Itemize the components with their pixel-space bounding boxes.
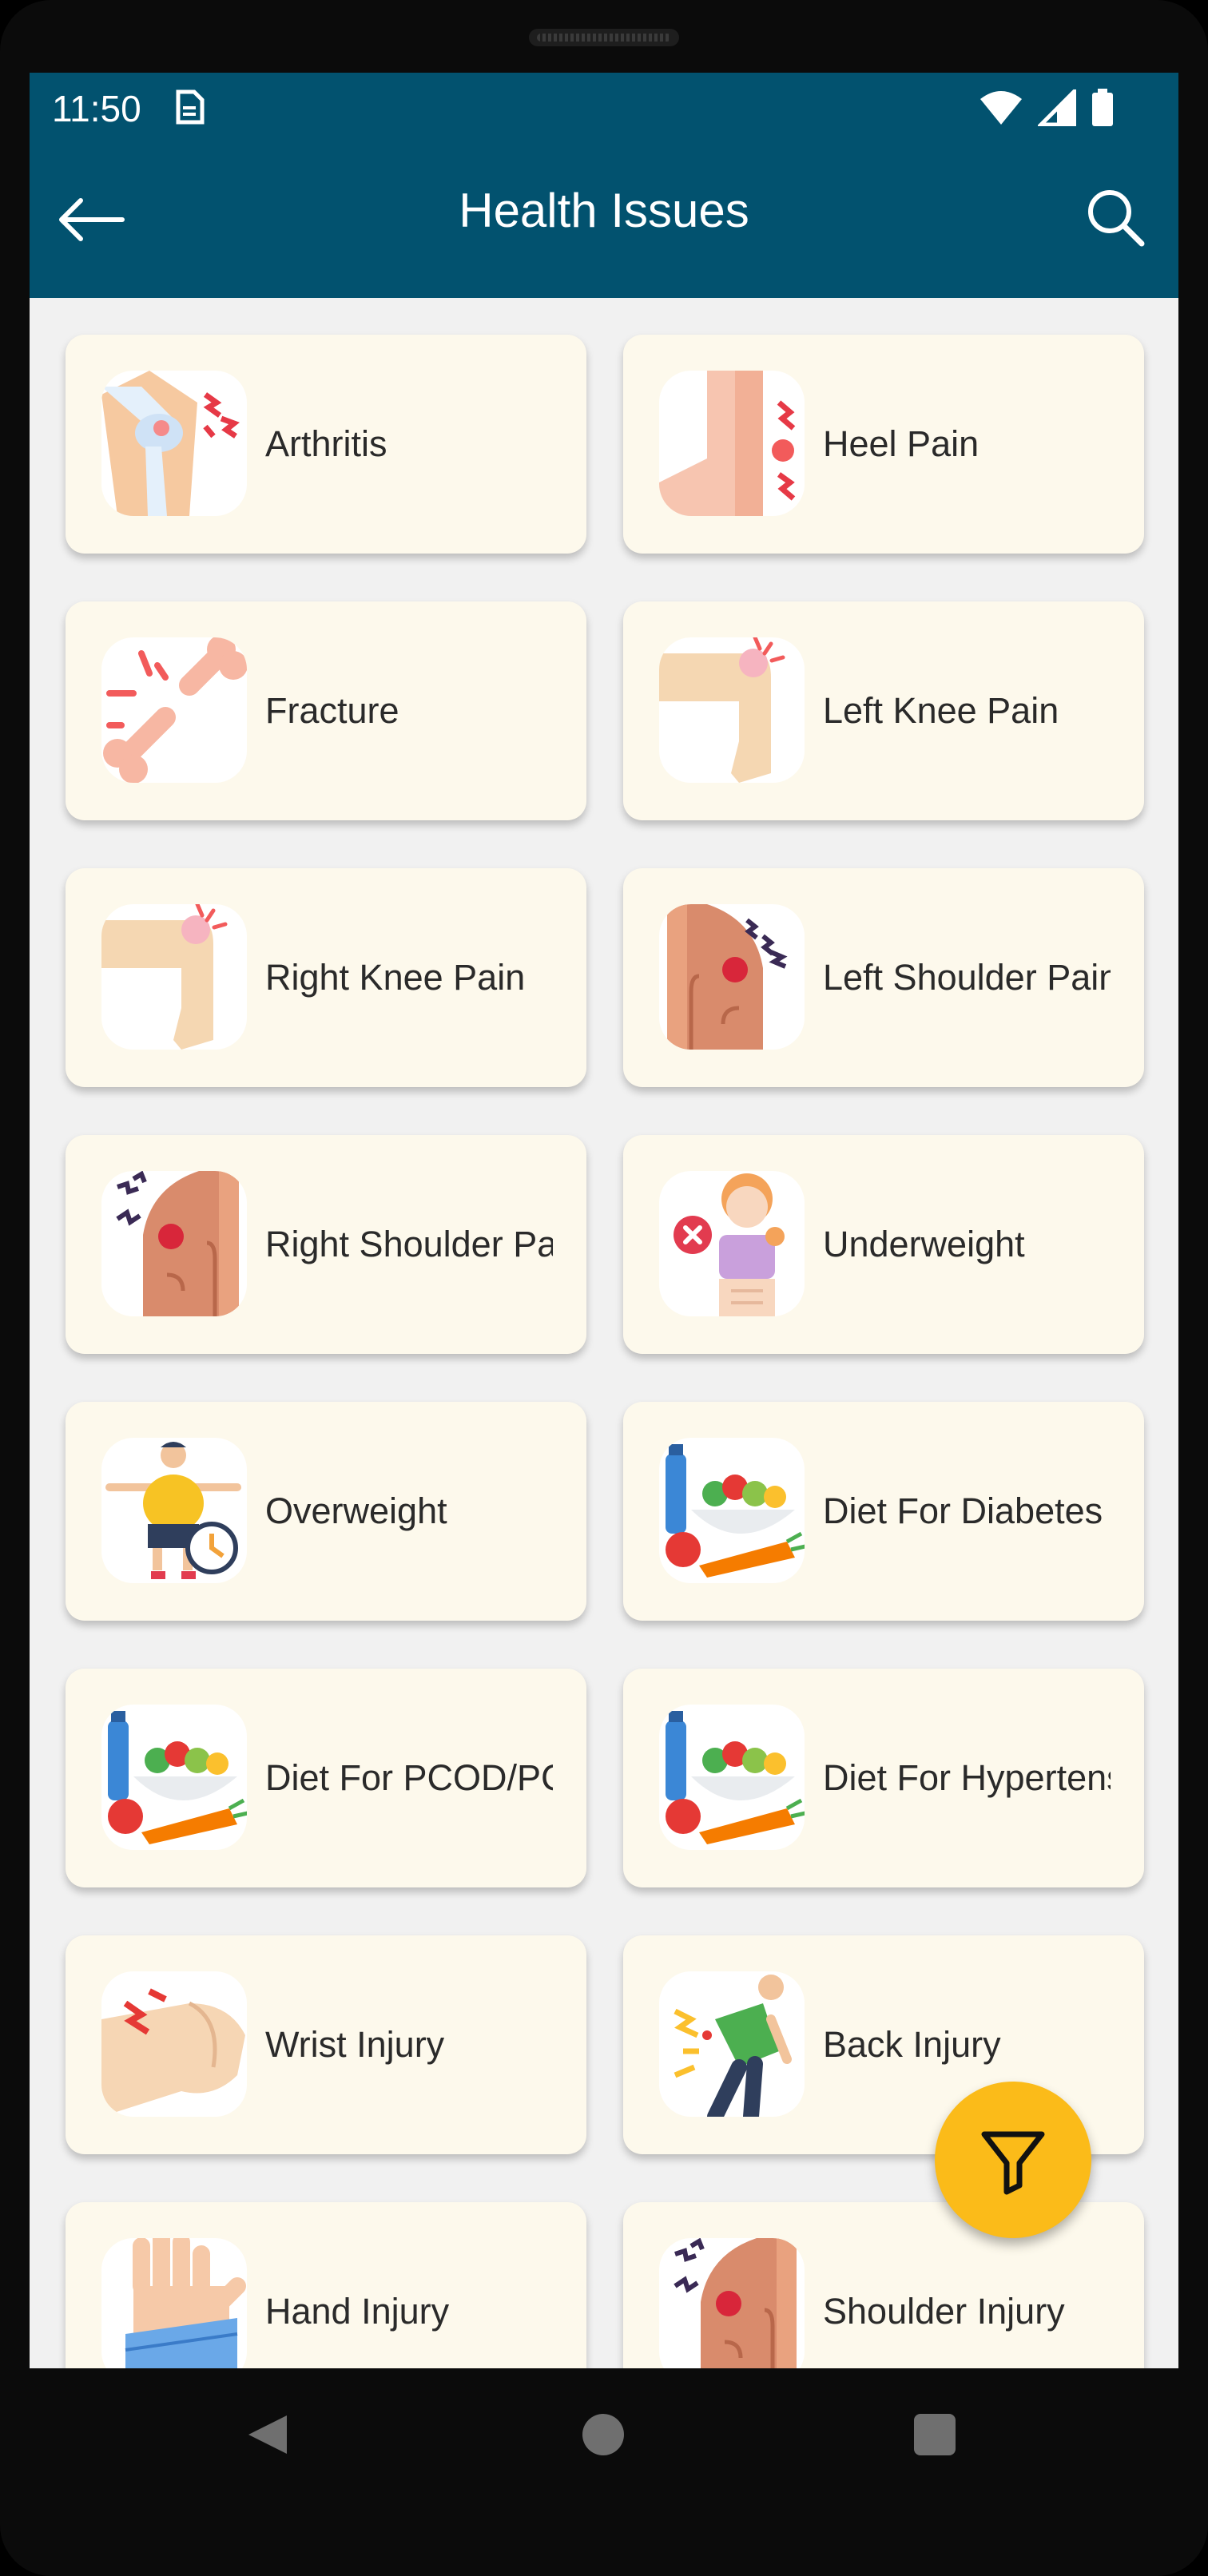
thumbnail bbox=[659, 371, 805, 516]
underweight-person-icon bbox=[674, 1173, 785, 1316]
heel-pain-icon bbox=[659, 371, 796, 516]
issue-label: Overweight bbox=[265, 1490, 447, 1531]
knee-joint-icon bbox=[101, 371, 240, 516]
issue-card[interactable]: Right Knee Pain bbox=[66, 868, 586, 1087]
issue-card[interactable]: Overweight bbox=[66, 1402, 586, 1621]
thumbnail bbox=[101, 904, 247, 1050]
issue-card[interactable]: Diet For Hypertension bbox=[623, 1669, 1144, 1887]
healthy-food-icon bbox=[666, 1711, 805, 1844]
thumbnail bbox=[101, 1171, 247, 1316]
thumbnail bbox=[659, 1971, 805, 2117]
issue-card[interactable]: Diet For Diabetes bbox=[623, 1402, 1144, 1621]
nav-recents-icon[interactable] bbox=[914, 2414, 956, 2455]
back-injury-icon bbox=[674, 1975, 792, 2117]
shoulder-injury-icon bbox=[674, 2238, 797, 2368]
issue-label: Left Knee Pain bbox=[823, 690, 1059, 731]
healthy-food-icon bbox=[666, 1444, 805, 1578]
sim-card-icon bbox=[176, 89, 205, 125]
thumbnail bbox=[659, 2238, 805, 2368]
thumbnail bbox=[101, 1705, 247, 1850]
signal-icon bbox=[1038, 89, 1076, 126]
issue-card[interactable]: Left Shoulder Pain bbox=[623, 868, 1144, 1087]
thumbnail bbox=[659, 1438, 805, 1583]
filter-button[interactable] bbox=[935, 2082, 1091, 2238]
issue-card[interactable]: Right Shoulder Pain bbox=[66, 1135, 586, 1354]
wrist-injury-icon bbox=[101, 1988, 245, 2117]
thumbnail bbox=[659, 637, 805, 783]
issue-card[interactable]: Underweight bbox=[623, 1135, 1144, 1354]
thumbnail bbox=[659, 1705, 805, 1850]
thumbnail bbox=[659, 904, 805, 1050]
system-nav-bar bbox=[0, 2368, 1208, 2504]
page-title: Health Issues bbox=[459, 184, 749, 237]
issue-label: Wrist Injury bbox=[265, 2024, 445, 2065]
issue-card[interactable]: Shoulder Injury bbox=[623, 2202, 1144, 2368]
issue-label: Shoulder Injury bbox=[823, 2291, 1065, 2332]
issue-label: Diet For PCOD/PCOS bbox=[265, 1757, 553, 1798]
speaker-grille bbox=[529, 29, 679, 46]
broken-bone-icon bbox=[103, 637, 247, 783]
issue-label: Arthritis bbox=[265, 423, 387, 464]
wifi-icon bbox=[980, 91, 1022, 125]
right-knee-icon bbox=[101, 904, 228, 1050]
issue-label: Hand Injury bbox=[265, 2291, 450, 2332]
issue-card[interactable]: Diet For PCOD/PCOS bbox=[66, 1669, 586, 1887]
issue-label: Left Shoulder Pain bbox=[823, 957, 1111, 998]
issue-label: Fracture bbox=[265, 690, 399, 731]
right-shoulder-icon bbox=[116, 1171, 239, 1316]
screen: 11:50 Health Issues Arthritis Heel Pain … bbox=[30, 73, 1178, 2368]
issue-card[interactable]: Wrist Injury bbox=[66, 1935, 586, 2154]
left-shoulder-icon bbox=[667, 904, 788, 1050]
thumbnail bbox=[101, 1971, 247, 2117]
thumbnail bbox=[101, 2238, 247, 2368]
issue-label: Right Knee Pain bbox=[265, 957, 526, 998]
hand-injury-icon bbox=[125, 2238, 246, 2368]
status-time: 11:50 bbox=[52, 88, 141, 129]
search-icon[interactable] bbox=[1083, 185, 1146, 248]
issue-card[interactable]: Arthritis bbox=[66, 335, 586, 554]
issue-card[interactable]: Heel Pain bbox=[623, 335, 1144, 554]
phone-frame: 11:50 Health Issues Arthritis Heel Pain … bbox=[0, 0, 1208, 2576]
overweight-person-icon bbox=[105, 1442, 241, 1579]
thumbnail bbox=[659, 1171, 805, 1316]
filter-icon bbox=[981, 2131, 1045, 2195]
status-bar: 11:50 bbox=[30, 73, 1178, 143]
thumbnail bbox=[101, 371, 247, 516]
battery-icon bbox=[1092, 89, 1113, 126]
app-bar: Health Issues bbox=[30, 143, 1178, 298]
issue-label: Diet For Diabetes bbox=[823, 1490, 1103, 1531]
left-knee-icon bbox=[659, 637, 785, 783]
status-icons bbox=[979, 87, 1115, 129]
healthy-food-icon bbox=[108, 1711, 247, 1844]
nav-home-icon[interactable] bbox=[582, 2414, 624, 2455]
issue-label: Heel Pain bbox=[823, 423, 980, 464]
thumbnail bbox=[101, 1438, 247, 1583]
issue-card[interactable]: Hand Injury bbox=[66, 2202, 586, 2368]
issue-label: Right Shoulder Pain bbox=[265, 1224, 553, 1264]
nav-back-icon[interactable] bbox=[245, 2412, 290, 2457]
issue-card[interactable]: Left Knee Pain bbox=[623, 601, 1144, 820]
issue-label: Underweight bbox=[823, 1224, 1025, 1264]
issue-card[interactable]: Fracture bbox=[66, 601, 586, 820]
issue-label: Diet For Hypertension bbox=[823, 1757, 1111, 1798]
thumbnail bbox=[101, 637, 247, 783]
